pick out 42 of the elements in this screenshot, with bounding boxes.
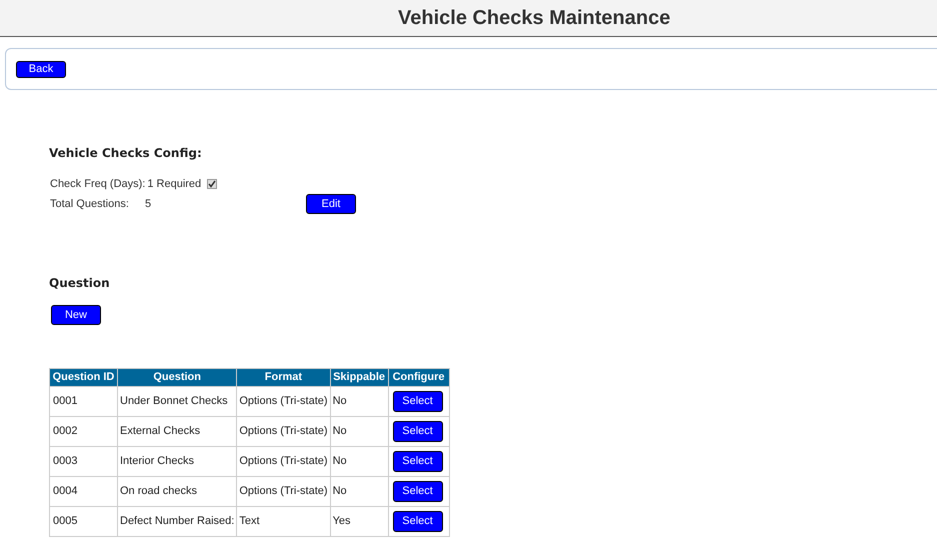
table-cell: Options (Tri-state) [236,446,330,476]
column-header: Skippable [330,368,388,386]
field-label: Total Questions: [50,196,130,212]
field-value: 5 [145,196,152,212]
column-header: Question ID [50,368,118,386]
required-checkbox[interactable] [207,179,218,189]
edit-button[interactable]: Edit [306,194,356,214]
section-heading: Question [49,275,110,292]
field-label: Check Freq (Days): [50,176,146,192]
table-cell: No [330,386,388,416]
back-button[interactable]: Back [16,60,66,78]
page-title: Vehicle Checks Maintenance [398,6,670,31]
table-cell: Yes [330,506,388,536]
table-cell: 0001 [50,386,118,416]
table-cell: 0004 [50,476,118,506]
column-header: Format [236,368,330,386]
table-cell: Defect Number Raised: [118,506,237,536]
new-button[interactable]: New [51,305,101,325]
table-cell: Interior Checks [118,446,237,476]
table-cell: 0003 [50,446,118,476]
table-cell: Options (Tri-state) [236,416,330,446]
select-button[interactable]: Select [392,421,443,442]
table-cell: Options (Tri-state) [236,476,330,506]
select-button[interactable]: Select [392,511,443,532]
select-button[interactable]: Select [392,391,443,412]
table-cell: Text [236,506,330,536]
field-value: 1 Required [147,176,202,192]
table-cell: No [330,416,388,446]
select-button[interactable]: Select [392,481,443,502]
table-cell: Under Bonnet Checks [118,386,237,416]
table-cell: Options (Tri-state) [236,386,330,416]
check-icon [208,180,216,188]
table-cell: 0002 [50,416,118,446]
select-button[interactable]: Select [392,451,443,472]
column-header: Question [118,368,237,386]
table-cell: No [330,476,388,506]
table-cell: External Checks [118,416,237,446]
column-header: Configure [388,368,450,386]
section-heading: Vehicle Checks Config: [49,145,202,162]
table-cell: On road checks [118,476,237,506]
table-cell: No [330,446,388,476]
table-cell: 0005 [50,506,118,536]
